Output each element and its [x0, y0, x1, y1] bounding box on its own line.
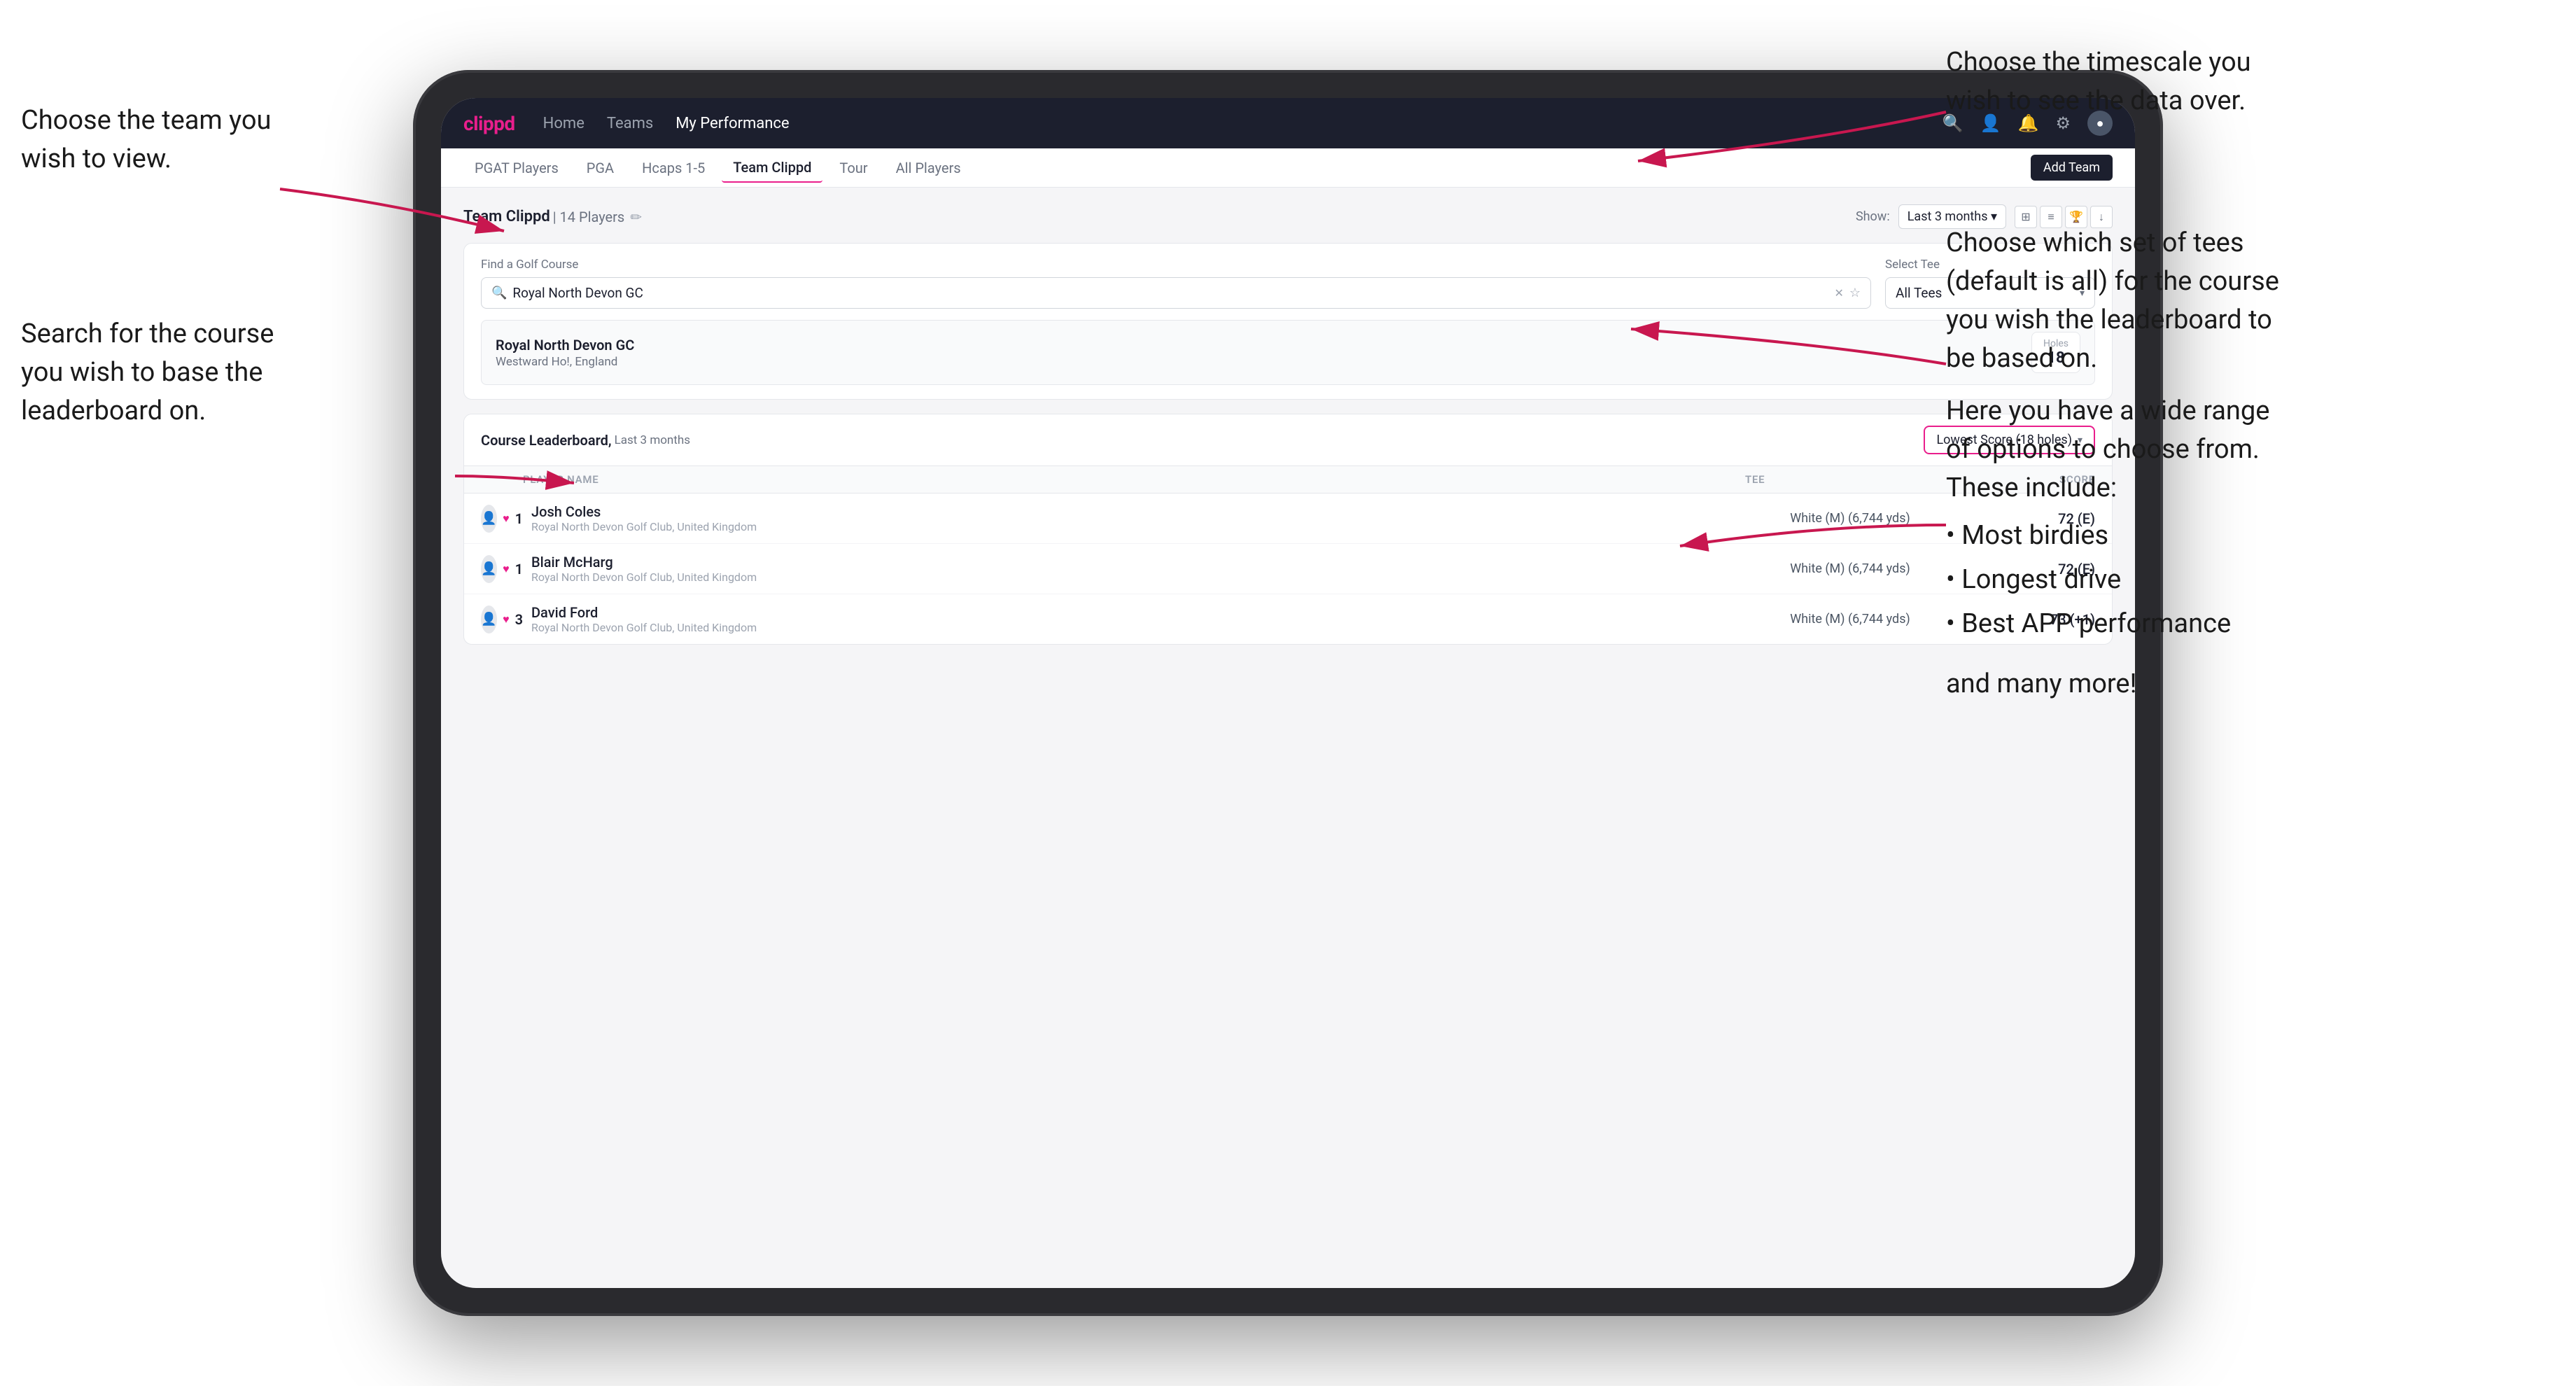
rank-cell-3: 👤 ♥ 3	[481, 606, 523, 634]
annotation-timescale: Choose the timescale youwish to see the …	[1946, 43, 2251, 120]
annotation-more: and many more!	[1946, 665, 2136, 704]
rank-number-1: 1	[515, 510, 523, 527]
navbar: clippd Home Teams My Performance 🔍 👤 🔔 ⚙…	[441, 98, 2135, 148]
tee-cell-1: White (M) (6,744 yds)	[1745, 511, 1955, 526]
annotation-tees: Choose which set of tees(default is all)…	[1946, 224, 2279, 378]
subnav-pgat[interactable]: PGAT Players	[463, 154, 570, 182]
logo: clippd	[463, 112, 515, 135]
edit-icon[interactable]: ✏	[630, 209, 642, 225]
course-result-info: Royal North Devon GC Westward Ho!, Engla…	[496, 337, 634, 369]
show-label: Show:	[1856, 209, 1890, 224]
course-result-name: Royal North Devon GC	[496, 337, 634, 354]
col-header-rank	[481, 473, 523, 486]
tee-cell-3: White (M) (6,744 yds)	[1745, 612, 1955, 626]
rank-cell-2: 👤 ♥ 1	[481, 555, 523, 583]
rank-cell-1: 👤 ♥ 1	[481, 505, 523, 533]
search-row: Find a Golf Course 🔍 Royal North Devon G…	[481, 258, 2095, 309]
nav-links: Home Teams My Performance	[543, 115, 1914, 132]
col-header-player: PLAYER NAME	[523, 473, 1745, 486]
team-header: Team Clippd | 14 Players ✏ Show: Last 3 …	[463, 204, 2113, 229]
annotation-course-search: Search for the courseyou wish to base th…	[21, 315, 274, 430]
player-info-3: David Ford Royal North Devon Golf Club, …	[523, 604, 1745, 634]
team-count: | 14 Players	[553, 209, 625, 225]
annotation-options: Here you have a wide rangeof options to …	[1946, 392, 2269, 507]
nav-teams[interactable]: Teams	[607, 115, 653, 132]
player-club-3: Royal North Devon Golf Club, United King…	[531, 621, 1745, 634]
player-avatar-2: 👤	[481, 555, 497, 583]
player-info-1: Josh Coles Royal North Devon Golf Club, …	[523, 503, 1745, 533]
subnav-tour[interactable]: Tour	[828, 154, 878, 182]
course-search-value: Royal North Devon GC	[512, 285, 1828, 301]
course-search-group: Find a Golf Course 🔍 Royal North Devon G…	[481, 258, 1871, 309]
annotation-options-list: Most birdies Longest drive Best APP perf…	[1946, 511, 2231, 649]
rank-number-3: 3	[515, 611, 523, 628]
rank-number-2: 1	[515, 561, 523, 578]
player-name-3: David Ford	[531, 604, 1745, 621]
team-name: Team Clippd	[463, 208, 550, 225]
table-header-row: PLAYER NAME TEE SCORE	[464, 466, 2112, 493]
player-name-2: Blair McHarg	[531, 554, 1745, 570]
add-team-button[interactable]: Add Team	[2031, 155, 2113, 181]
course-result-location: Westward Ho!, England	[496, 355, 634, 369]
player-info-2: Blair McHarg Royal North Devon Golf Club…	[523, 554, 1745, 584]
leaderboard-title: Course Leaderboard,	[481, 432, 612, 449]
subnav-hcaps[interactable]: Hcaps 1-5	[631, 154, 716, 182]
col-header-tee: TEE	[1745, 473, 1955, 486]
heart-icon-3[interactable]: ♥	[503, 612, 510, 626]
table-row: 👤 ♥ 3 David Ford Royal North Devon Golf …	[464, 594, 2112, 644]
course-result: Royal North Devon GC Westward Ho!, Engla…	[481, 320, 2095, 385]
player-name-1: Josh Coles	[531, 503, 1745, 520]
leaderboard-subtitle: Last 3 months	[615, 433, 690, 447]
leaderboard-header: Course Leaderboard, Last 3 months Lowest…	[464, 414, 2112, 466]
subnav-all-players[interactable]: All Players	[885, 154, 972, 182]
subnav-pga[interactable]: PGA	[575, 154, 625, 182]
find-course-label: Find a Golf Course	[481, 258, 1871, 272]
player-avatar-1: 👤	[481, 505, 497, 533]
leaderboard-card: Course Leaderboard, Last 3 months Lowest…	[463, 414, 2113, 645]
tee-select-value: All Tees	[1896, 285, 1942, 301]
tee-cell-2: White (M) (6,744 yds)	[1745, 561, 1955, 576]
tablet-frame: clippd Home Teams My Performance 🔍 👤 🔔 ⚙…	[413, 70, 2163, 1316]
sub-nav: PGAT Players PGA Hcaps 1-5 Team Clippd T…	[441, 148, 2135, 188]
option-drive: Longest drive	[1946, 561, 2231, 599]
heart-icon-1[interactable]: ♥	[503, 512, 510, 526]
table-row: 👤 ♥ 1 Josh Coles Royal North Devon Golf …	[464, 493, 2112, 544]
search-star-icon[interactable]: ☆	[1849, 286, 1861, 300]
table-row: 👤 ♥ 1 Blair McHarg Royal North Devon Gol…	[464, 544, 2112, 594]
annotation-team-choice: Choose the team youwish to view.	[21, 102, 271, 178]
player-avatar-3: 👤	[481, 606, 497, 634]
heart-icon-2[interactable]: ♥	[503, 562, 510, 576]
nav-my-performance[interactable]: My Performance	[676, 115, 789, 132]
nav-home[interactable]: Home	[543, 115, 584, 132]
search-clear-icon[interactable]: ✕	[1834, 286, 1843, 300]
tablet-screen: clippd Home Teams My Performance 🔍 👤 🔔 ⚙…	[441, 98, 2135, 1288]
option-app: Best APP performance	[1946, 605, 2231, 643]
leaderboard-table: PLAYER NAME TEE SCORE 👤 ♥ 1 Josh Coles	[464, 466, 2112, 644]
player-club-1: Royal North Devon Golf Club, United King…	[531, 520, 1745, 533]
subnav-team-clippd[interactable]: Team Clippd	[722, 153, 822, 183]
player-club-2: Royal North Devon Golf Club, United King…	[531, 570, 1745, 584]
course-search-input-wrapper[interactable]: 🔍 Royal North Devon GC ✕ ☆	[481, 277, 1871, 309]
course-search-card: Find a Golf Course 🔍 Royal North Devon G…	[463, 243, 2113, 400]
option-birdies: Most birdies	[1946, 517, 2231, 555]
main-content: Team Clippd | 14 Players ✏ Show: Last 3 …	[441, 188, 2135, 662]
search-input-icon: 🔍	[491, 286, 507, 300]
